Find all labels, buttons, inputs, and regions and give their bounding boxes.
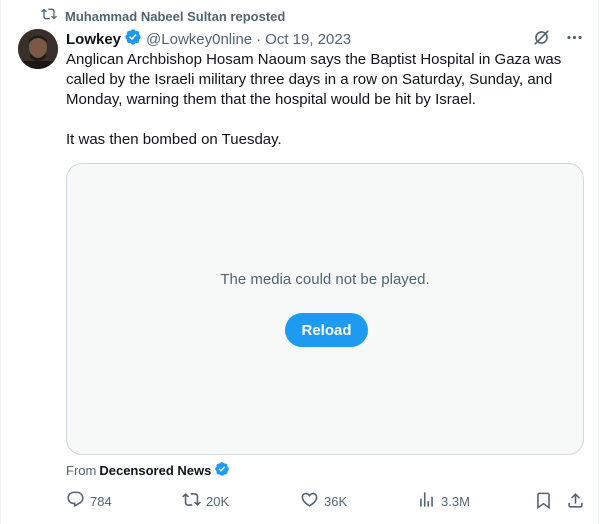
like-count: 36K [324,493,348,509]
heart-icon [300,490,319,512]
repost-label[interactable]: Muhammad Nabeel Sultan reposted [65,9,285,24]
author-name[interactable]: Lowkey [66,31,121,48]
views-icon [417,490,436,512]
post[interactable]: Muhammad Nabeel Sultan reposted Lowkey @… [0,0,599,524]
source-verified-icon [211,461,230,480]
more-options-icon[interactable] [565,28,584,51]
media-container[interactable]: The media could not be played. Reload [66,163,584,455]
reload-button[interactable]: Reload [285,313,368,347]
views-button[interactable]: 3.3M [417,490,470,512]
grok-icon[interactable] [532,28,551,51]
verified-badge-icon[interactable] [121,28,146,50]
source-attribution: From Decensored News [66,461,230,479]
view-count: 3.3M [441,493,470,509]
bookmark-icon[interactable] [534,491,554,511]
tweet-paragraph: Anglican Archbishop Hosam Naoum says the… [66,51,562,108]
tweet-paragraph: It was then bombed on Tuesday. [66,131,282,148]
repost-button[interactable]: 20K [182,490,229,512]
repost-action-icon [182,490,201,512]
separator-dot: · [256,30,262,48]
media-error-message: The media could not be played. [220,271,430,288]
like-button[interactable]: 36K [300,490,347,512]
source-prefix: From [66,462,97,478]
source-name[interactable]: Decensored News [99,463,211,478]
author-handle[interactable]: @Lowkey0nline [146,31,252,48]
share-icon[interactable] [566,491,586,511]
post-date[interactable]: Oct 19, 2023 [265,31,351,48]
repost-count: 20K [206,493,230,509]
reply-icon [66,490,85,512]
header-actions [532,28,584,51]
tweet-text: Anglican Archbishop Hosam Naoum says the… [66,50,586,150]
action-bar: 784 20K 36K 3.3M [1,490,599,512]
repost-icon [41,6,57,27]
avatar[interactable] [18,29,58,69]
reply-button[interactable]: 784 [66,490,112,512]
post-header: Lowkey @Lowkey0nline · Oct 19, 2023 [66,28,586,50]
reply-count: 784 [90,493,112,509]
repost-indicator: Muhammad Nabeel Sultan reposted [41,6,285,26]
